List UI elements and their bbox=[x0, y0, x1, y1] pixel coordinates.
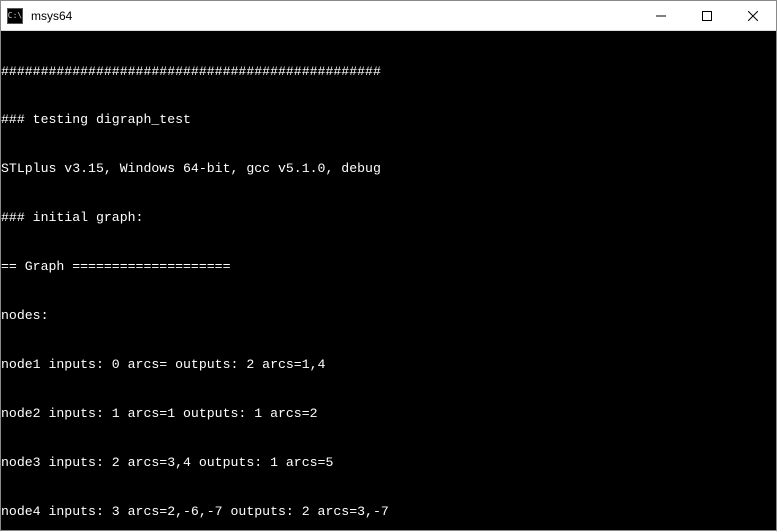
titlebar[interactable]: C:\ msys64 bbox=[1, 1, 776, 31]
terminal-line: node3 inputs: 2 arcs=3,4 outputs: 1 arcs… bbox=[1, 455, 776, 471]
terminal-line: nodes: bbox=[1, 308, 776, 324]
terminal-line: node2 inputs: 1 arcs=1 outputs: 1 arcs=2 bbox=[1, 406, 776, 422]
close-button[interactable] bbox=[730, 1, 776, 30]
terminal-output[interactable]: ########################################… bbox=[1, 31, 776, 530]
terminal-line: ### initial graph: bbox=[1, 210, 776, 226]
window-frame: C:\ msys64 #############################… bbox=[0, 0, 777, 531]
app-icon-text: C:\ bbox=[8, 12, 22, 20]
minimize-icon bbox=[656, 11, 666, 21]
terminal-line: STLplus v3.15, Windows 64-bit, gcc v5.1.… bbox=[1, 161, 776, 177]
close-icon bbox=[748, 11, 758, 21]
maximize-icon bbox=[702, 11, 712, 21]
minimize-button[interactable] bbox=[638, 1, 684, 30]
terminal-line: == Graph ==================== bbox=[1, 259, 776, 275]
terminal-line: ########################################… bbox=[1, 64, 776, 80]
window-controls bbox=[638, 1, 776, 30]
terminal-line: node1 inputs: 0 arcs= outputs: 2 arcs=1,… bbox=[1, 357, 776, 373]
window-title: msys64 bbox=[29, 9, 638, 23]
maximize-button[interactable] bbox=[684, 1, 730, 30]
terminal-line: node4 inputs: 3 arcs=2,-6,-7 outputs: 2 … bbox=[1, 504, 776, 520]
terminal-line: ### testing digraph_test bbox=[1, 112, 776, 128]
app-icon: C:\ bbox=[7, 8, 23, 24]
